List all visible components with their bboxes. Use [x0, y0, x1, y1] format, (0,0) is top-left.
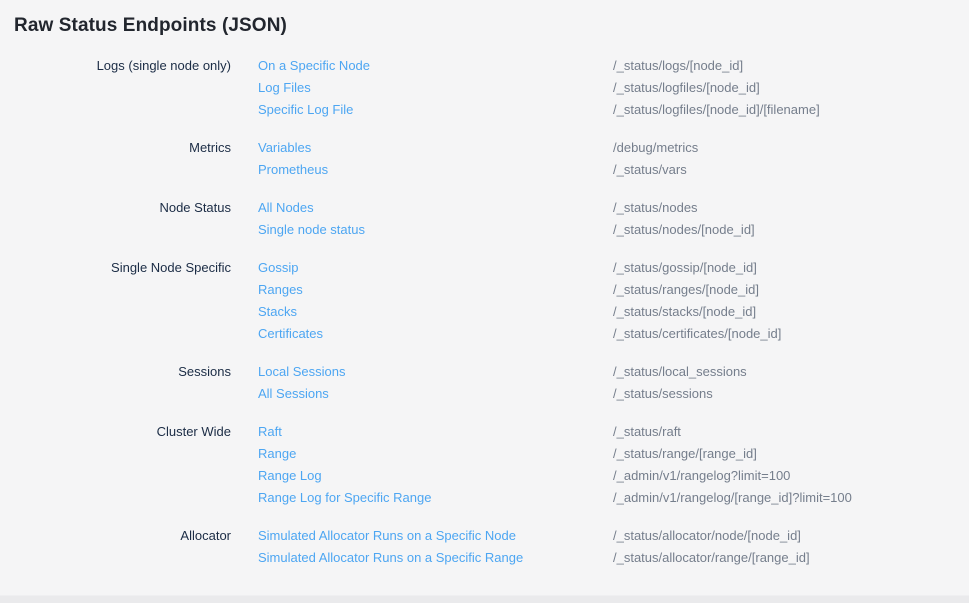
endpoints-table: Logs (single node only) On a Specific No…: [14, 55, 955, 569]
section-metrics: Metrics Variables /debug/metrics Prometh…: [14, 137, 955, 181]
section-allocator: Allocator Simulated Allocator Runs on a …: [14, 525, 955, 569]
page-title: Raw Status Endpoints (JSON): [14, 14, 955, 38]
endpoint-row: Single node status /_status/nodes/[node_…: [258, 219, 955, 241]
section-label: Single Node Specific: [14, 257, 258, 279]
endpoint-path: /_admin/v1/rangelog?limit=100: [613, 465, 790, 487]
section-entries: All Nodes /_status/nodes Single node sta…: [258, 197, 955, 241]
endpoint-link-range-log[interactable]: Range Log: [258, 465, 613, 487]
endpoint-link-variables[interactable]: Variables: [258, 137, 613, 159]
endpoint-row: Stacks /_status/stacks/[node_id]: [258, 301, 955, 323]
endpoint-row: Raft /_status/raft: [258, 421, 955, 443]
endpoint-link-log-files[interactable]: Log Files: [258, 77, 613, 99]
endpoint-path: /debug/metrics: [613, 137, 698, 159]
endpoint-link-raft[interactable]: Raft: [258, 421, 613, 443]
endpoint-row: Specific Log File /_status/logfiles/[nod…: [258, 99, 955, 121]
section-sessions: Sessions Local Sessions /_status/local_s…: [14, 361, 955, 405]
endpoint-link-range[interactable]: Range: [258, 443, 613, 465]
endpoint-path: /_status/nodes/[node_id]: [613, 219, 755, 241]
endpoint-row: Range /_status/range/[range_id]: [258, 443, 955, 465]
endpoint-path: /_status/vars: [613, 159, 687, 181]
endpoint-path: /_status/sessions: [613, 383, 713, 405]
section-label: Node Status: [14, 197, 258, 219]
endpoint-path: /_status/ranges/[node_id]: [613, 279, 759, 301]
endpoint-row: Ranges /_status/ranges/[node_id]: [258, 279, 955, 301]
endpoint-row: Variables /debug/metrics: [258, 137, 955, 159]
section-label: Logs (single node only): [14, 55, 258, 77]
endpoint-link-ranges[interactable]: Ranges: [258, 279, 613, 301]
endpoint-path: /_status/raft: [613, 421, 681, 443]
endpoint-link-gossip[interactable]: Gossip: [258, 257, 613, 279]
section-entries: Local Sessions /_status/local_sessions A…: [258, 361, 955, 405]
endpoint-path: /_status/certificates/[node_id]: [613, 323, 781, 345]
section-entries: Gossip /_status/gossip/[node_id] Ranges …: [258, 257, 955, 345]
section-single-node-specific: Single Node Specific Gossip /_status/gos…: [14, 257, 955, 345]
endpoint-row: On a Specific Node /_status/logs/[node_i…: [258, 55, 955, 77]
section-entries: Variables /debug/metrics Prometheus /_st…: [258, 137, 955, 181]
endpoint-row: Gossip /_status/gossip/[node_id]: [258, 257, 955, 279]
endpoint-row: Simulated Allocator Runs on a Specific N…: [258, 525, 955, 547]
endpoint-link-local-sessions[interactable]: Local Sessions: [258, 361, 613, 383]
endpoint-link-prometheus[interactable]: Prometheus: [258, 159, 613, 181]
endpoint-row: Log Files /_status/logfiles/[node_id]: [258, 77, 955, 99]
section-entries: Simulated Allocator Runs on a Specific N…: [258, 525, 955, 569]
endpoint-row: Local Sessions /_status/local_sessions: [258, 361, 955, 383]
endpoint-link-certificates[interactable]: Certificates: [258, 323, 613, 345]
section-label: Cluster Wide: [14, 421, 258, 443]
endpoint-path: /_status/stacks/[node_id]: [613, 301, 756, 323]
section-entries: Raft /_status/raft Range /_status/range/…: [258, 421, 955, 509]
endpoint-link-all-sessions[interactable]: All Sessions: [258, 383, 613, 405]
endpoint-row: All Sessions /_status/sessions: [258, 383, 955, 405]
section-label: Metrics: [14, 137, 258, 159]
endpoint-row: Certificates /_status/certificates/[node…: [258, 323, 955, 345]
endpoint-path: /_status/nodes: [613, 197, 698, 219]
endpoint-link-simulated-allocator-runs-node[interactable]: Simulated Allocator Runs on a Specific N…: [258, 525, 613, 547]
section-entries: On a Specific Node /_status/logs/[node_i…: [258, 55, 955, 121]
section-logs: Logs (single node only) On a Specific No…: [14, 55, 955, 121]
endpoint-row: Range Log /_admin/v1/rangelog?limit=100: [258, 465, 955, 487]
endpoint-link-all-nodes[interactable]: All Nodes: [258, 197, 613, 219]
section-label: Allocator: [14, 525, 258, 547]
endpoint-path: /_status/gossip/[node_id]: [613, 257, 757, 279]
endpoint-row: All Nodes /_status/nodes: [258, 197, 955, 219]
endpoint-path: /_status/logs/[node_id]: [613, 55, 743, 77]
endpoint-link-range-log-for-specific-range[interactable]: Range Log for Specific Range: [258, 487, 613, 509]
endpoint-path: /_status/local_sessions: [613, 361, 747, 383]
bottom-edge-strip: [0, 595, 969, 603]
endpoint-path: /_status/logfiles/[node_id]: [613, 77, 760, 99]
section-label: Sessions: [14, 361, 258, 383]
raw-status-endpoints-page: Raw Status Endpoints (JSON) Logs (single…: [0, 0, 969, 603]
endpoint-link-single-node-status[interactable]: Single node status: [258, 219, 613, 241]
endpoint-row: Simulated Allocator Runs on a Specific R…: [258, 547, 955, 569]
section-cluster-wide: Cluster Wide Raft /_status/raft Range /_…: [14, 421, 955, 509]
endpoint-path: /_admin/v1/rangelog/[range_id]?limit=100: [613, 487, 852, 509]
endpoint-path: /_status/allocator/node/[node_id]: [613, 525, 801, 547]
endpoint-row: Prometheus /_status/vars: [258, 159, 955, 181]
endpoint-link-on-a-specific-node[interactable]: On a Specific Node: [258, 55, 613, 77]
endpoint-path: /_status/range/[range_id]: [613, 443, 757, 465]
endpoint-link-specific-log-file[interactable]: Specific Log File: [258, 99, 613, 121]
endpoint-row: Range Log for Specific Range /_admin/v1/…: [258, 487, 955, 509]
endpoint-path: /_status/allocator/range/[range_id]: [613, 547, 810, 569]
endpoint-link-stacks[interactable]: Stacks: [258, 301, 613, 323]
endpoint-link-simulated-allocator-runs-range[interactable]: Simulated Allocator Runs on a Specific R…: [258, 547, 613, 569]
endpoint-path: /_status/logfiles/[node_id]/[filename]: [613, 99, 820, 121]
section-node-status: Node Status All Nodes /_status/nodes Sin…: [14, 197, 955, 241]
